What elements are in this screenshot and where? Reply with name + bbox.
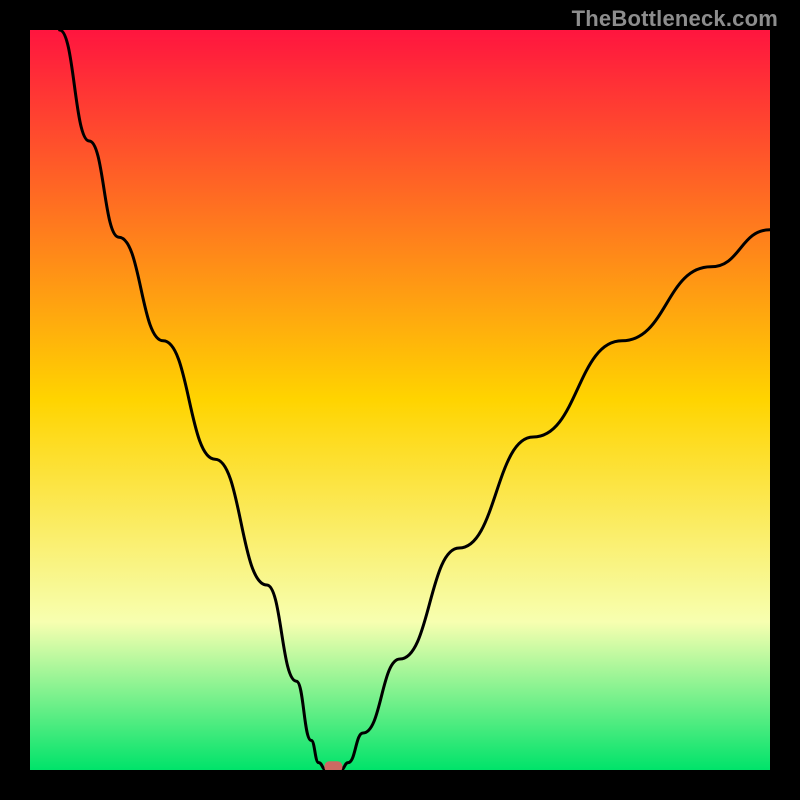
optimal-point-marker (324, 761, 342, 770)
plot-area (30, 30, 770, 770)
chart-frame: TheBottleneck.com (0, 0, 800, 800)
chart-svg (30, 30, 770, 770)
watermark-text: TheBottleneck.com (572, 6, 778, 32)
